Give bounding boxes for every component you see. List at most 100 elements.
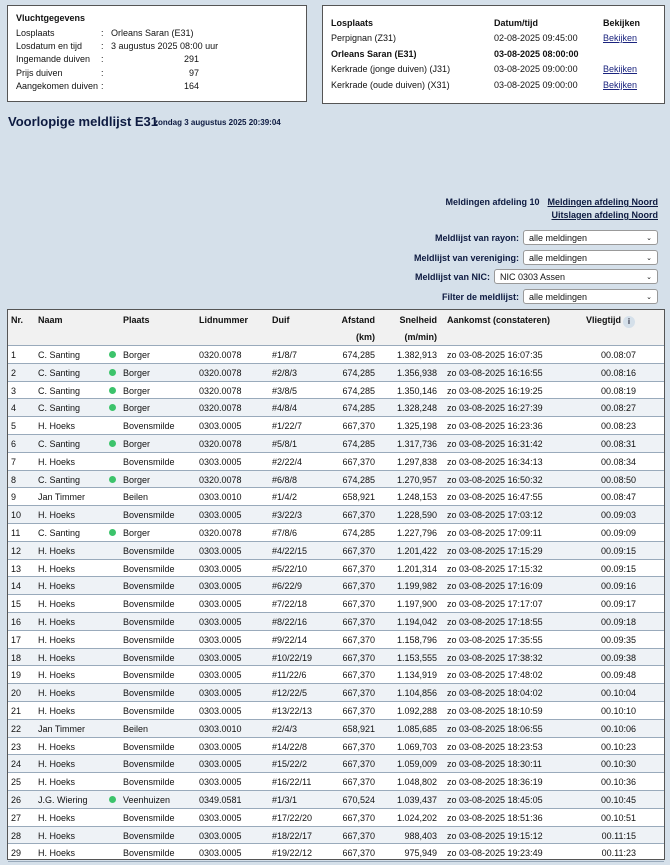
- cell-afstand: 667,370: [342, 741, 375, 752]
- cell-naam: H. Hoeks: [38, 545, 76, 556]
- cell-duif: #7/22/18: [272, 599, 308, 610]
- cell-vliegtijd: 00.08:19: [600, 385, 636, 396]
- cell-vliegtijd: 00.10:06: [600, 723, 636, 734]
- cell-vliegtijd: 00.11:23: [601, 848, 636, 859]
- table-header: Nr. Naam Plaats Lidnummer Duif Afstand (…: [8, 310, 664, 346]
- cell-naam: J.G. Wiering: [38, 794, 88, 805]
- filter-label: Meldlijst van vereniging:: [413, 252, 519, 263]
- cell-afstand: 667,370: [342, 616, 375, 627]
- cell-afstand: 667,370: [342, 652, 375, 663]
- cell-naam: H. Hoeks: [38, 830, 76, 841]
- table-row: 15 H. Hoeks Bovensmilde 0303.0005 #7/22/18 66…: [8, 595, 664, 613]
- cell-afstand: 670,524: [342, 794, 375, 805]
- cell-plaats: Borger: [123, 527, 151, 538]
- race-place: Kerkrade (jonge duiven) (J31): [331, 64, 451, 75]
- cell-plaats: Borger: [123, 367, 151, 378]
- cell-nr: 2: [11, 367, 17, 378]
- cell-snelheid: 1.297,838: [396, 456, 437, 467]
- header-aankomst: Aankomst (constateren): [447, 315, 551, 325]
- cell-naam: H. Hoeks: [38, 777, 76, 788]
- cell-vliegtijd: 00.09:15: [600, 563, 636, 574]
- vereniging-select[interactable]: alle meldingen ⌄: [523, 250, 658, 265]
- cell-plaats: Bovensmilde: [123, 688, 175, 699]
- link-meldingen-noord[interactable]: Meldingen afdeling Noord: [548, 197, 659, 207]
- cell-nr: 29: [11, 848, 22, 859]
- cell-duif: #9/22/14: [272, 634, 308, 645]
- cell-vliegtijd: 00.10:30: [600, 759, 636, 770]
- cell-snelheid: 1.197,900: [396, 599, 437, 610]
- cell-aankomst: zo 03-08-2025 16:07:35: [447, 350, 543, 360]
- cell-aankomst: zo 03-08-2025 18:30:11: [447, 759, 542, 770]
- cell-afstand: 667,370: [342, 688, 375, 699]
- cell-snelheid: 1.104,856: [396, 688, 437, 699]
- header-bekijken: Bekijken: [603, 17, 641, 28]
- cell-vliegtijd: 00.10:10: [600, 705, 636, 716]
- results-table: Nr. Naam Plaats Lidnummer Duif Afstand (…: [7, 309, 665, 863]
- cell-plaats: Bovensmilde: [123, 705, 175, 716]
- view-link[interactable]: Bekijken: [603, 33, 637, 43]
- filter-label: Meldlijst van NIC:: [414, 271, 490, 282]
- table-row: 9 Jan Timmer Beilen 0303.0010 #1/4/2 658,921 1…: [8, 488, 664, 507]
- cell-nr: 22: [11, 723, 22, 734]
- cell-afstand: 667,370: [342, 777, 375, 788]
- cell-afstand: 674,285: [342, 438, 375, 449]
- cell-duif: #4/22/15: [272, 545, 308, 556]
- cell-duif: #13/22/13: [272, 705, 313, 716]
- status-dot-icon: [109, 351, 116, 358]
- filter-label: Meldlijst van rayon:: [434, 232, 519, 243]
- header-afstand-unit: (km): [355, 332, 375, 342]
- cell-nr: 10: [11, 510, 22, 521]
- cell-duif: #8/22/16: [272, 616, 308, 627]
- cell-naam: C. Santing: [38, 403, 81, 414]
- cell-naam: C. Santing: [38, 367, 81, 378]
- cell-afstand: 667,370: [342, 456, 375, 467]
- cell-duif: #17/22/20: [272, 812, 313, 823]
- cell-lidnummer: 0303.0005: [199, 670, 242, 681]
- rayon-select[interactable]: alle meldingen ⌄: [523, 230, 658, 245]
- cell-duif: #1/4/2: [272, 492, 298, 503]
- table-row: 17 H. Hoeks Bovensmilde 0303.0005 #9/22/14 66…: [8, 631, 664, 649]
- filter-rayon: Meldlijst van rayon: alle meldingen ⌄: [435, 230, 658, 245]
- chevron-down-icon: ⌄: [646, 234, 652, 242]
- cell-lidnummer: 0303.0005: [199, 599, 242, 610]
- meldlijst-select[interactable]: alle meldingen ⌄: [523, 289, 658, 304]
- cell-plaats: Bovensmilde: [123, 670, 175, 681]
- cell-snelheid: 1.227,796: [396, 527, 437, 538]
- cell-vliegtijd: 00.09:09: [600, 527, 636, 538]
- view-link[interactable]: Bekijken: [603, 64, 637, 74]
- label: Losplaats: [16, 27, 55, 38]
- cell-nr: 25: [11, 777, 22, 788]
- info-icon[interactable]: i: [623, 316, 635, 328]
- cell-duif: #3/8/5: [272, 385, 298, 396]
- table-row: 4 C. Santing Borger 0320.0078 #4/8/4 674,285 1…: [8, 399, 664, 418]
- view-link[interactable]: Bekijken: [603, 80, 637, 90]
- cell-snelheid: 1.059,009: [396, 759, 437, 770]
- cell-vliegtijd: 00.08:50: [600, 474, 636, 485]
- table-row: 19 H. Hoeks Bovensmilde 0303.0005 #11/22/6 66…: [8, 666, 664, 685]
- table-row: 13 H. Hoeks Bovensmilde 0303.0005 #5/22/10 66…: [8, 560, 664, 578]
- flight-info-panel: Vluchtgegevens Losplaats: Orleans Saran (…: [7, 5, 307, 102]
- cell-snelheid: 1.134,919: [396, 670, 437, 681]
- cell-afstand: 674,285: [342, 350, 375, 360]
- cell-naam: C. Santing: [38, 350, 81, 360]
- cell-aankomst: zo 03-08-2025 17:48:02: [447, 670, 543, 681]
- header-duif: Duif: [272, 315, 290, 325]
- cell-plaats: Bovensmilde: [123, 599, 175, 610]
- label: Losdatum en tijd: [16, 40, 83, 51]
- cell-snelheid: 1.153,555: [396, 652, 437, 663]
- race-row: Perpignan (Z31) 02-08-2025 09:45:00 Bekijk…: [331, 31, 656, 47]
- cell-afstand: 658,921: [342, 723, 375, 734]
- nic-select[interactable]: NIC 0303 Assen ⌄: [494, 269, 658, 284]
- cell-vliegtijd: 00.09:17: [600, 599, 636, 610]
- cell-lidnummer: 0320.0078: [199, 385, 242, 396]
- cell-aankomst: zo 03-08-2025 17:16:09: [447, 581, 543, 592]
- cell-duif: #1/22/7: [272, 421, 303, 432]
- table-row: 5 H. Hoeks Bovensmilde 0303.0005 #1/22/7 667,…: [8, 417, 664, 435]
- cell-aankomst: zo 03-08-2025 16:31:42: [447, 438, 543, 449]
- race-place: Orleans Saran (E31): [331, 48, 417, 59]
- header-plaats: Plaats: [123, 315, 150, 325]
- link-uitslagen-noord[interactable]: Uitslagen afdeling Noord: [551, 210, 658, 220]
- table-row: 21 H. Hoeks Bovensmilde 0303.0005 #13/22/13 6…: [8, 702, 664, 720]
- value: 3 augustus 2025 08:00 uur: [111, 40, 219, 51]
- cell-plaats: Bovensmilde: [123, 741, 175, 752]
